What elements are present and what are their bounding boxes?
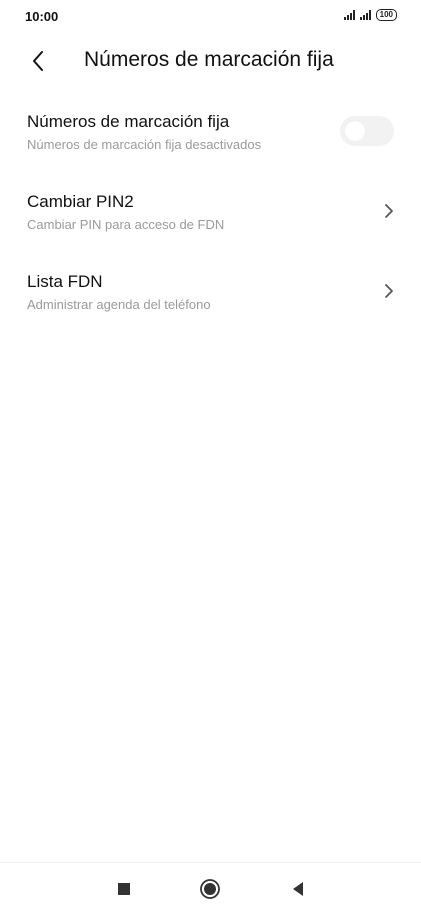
battery-icon: 100	[375, 9, 397, 21]
setting-fdn-list[interactable]: Lista FDN Administrar agenda del teléfon…	[0, 260, 421, 340]
chevron-right-icon	[383, 202, 395, 220]
setting-subtitle: Cambiar PIN para acceso de FDN	[27, 217, 225, 232]
toggle-knob	[345, 121, 365, 141]
setting-subtitle: Administrar agenda del teléfono	[27, 297, 211, 312]
recents-button[interactable]	[112, 877, 136, 901]
nav-back-button[interactable]	[286, 877, 310, 901]
status-icons: 100	[343, 9, 397, 21]
settings-list: Números de marcación fija Números de mar…	[0, 100, 421, 340]
header: Números de marcación fija	[0, 42, 421, 80]
signal-icon	[343, 10, 355, 20]
status-bar: 10:00 100	[0, 0, 421, 34]
back-button[interactable]	[20, 42, 56, 80]
setting-title: Números de marcación fija	[27, 112, 230, 131]
home-circle-icon	[200, 879, 220, 899]
setting-title: Lista FDN	[27, 272, 103, 291]
chevron-right-icon	[383, 282, 395, 300]
back-triangle-icon	[293, 882, 303, 896]
signal-icon	[359, 10, 371, 20]
recents-square-icon	[118, 883, 130, 895]
setting-change-pin2[interactable]: Cambiar PIN2 Cambiar PIN para acceso de …	[0, 180, 421, 260]
status-time: 10:00	[25, 9, 59, 24]
fdn-toggle[interactable]	[340, 116, 394, 146]
setting-fdn-toggle-row[interactable]: Números de marcación fija Números de mar…	[0, 100, 421, 180]
navigation-bar	[0, 862, 421, 915]
page-title: Números de marcación fija	[84, 48, 334, 71]
battery-level: 100	[379, 10, 393, 19]
setting-title: Cambiar PIN2	[27, 192, 134, 211]
back-arrow-icon	[33, 51, 43, 71]
home-button[interactable]	[198, 877, 222, 901]
setting-subtitle: Números de marcación fija desactivados	[27, 137, 262, 152]
